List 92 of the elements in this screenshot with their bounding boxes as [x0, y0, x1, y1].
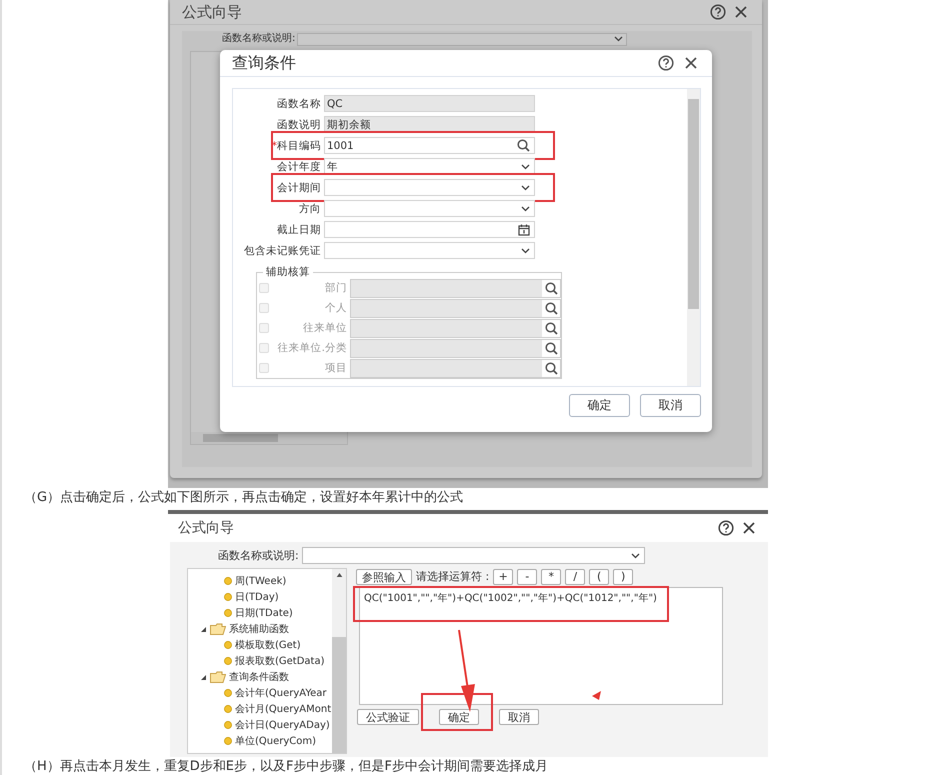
tree-item[interactable]: 日(TDay) [235, 590, 279, 604]
field-label: 方向 [299, 202, 321, 214]
field-label: 函数名称或说明: [222, 33, 296, 45]
tree-item[interactable]: 会计日(QueryADay) [235, 718, 330, 732]
lookup-field[interactable] [350, 278, 561, 298]
chevron-down-icon[interactable] [521, 164, 530, 170]
lookup-field[interactable] [350, 318, 561, 338]
step-caption: （G）点击确定后，公式如下图所示，再点击确定，设置好本年累计中的公式 [24, 490, 464, 505]
field-label: 项目 [324, 361, 347, 375]
select-field[interactable] [324, 200, 535, 217]
operator-button[interactable]: / [565, 568, 586, 584]
expand-toggle-icon[interactable] [200, 626, 207, 632]
select-field[interactable] [324, 179, 535, 196]
checkbox[interactable] [259, 343, 269, 353]
folder-icon [210, 671, 226, 683]
formula-text: QC("1001","","年")+QC("1002","","年")+QC("1012","","年") [364, 593, 657, 604]
scrollbar[interactable] [687, 89, 700, 386]
date-field[interactable] [324, 221, 535, 238]
field-label: 往来单位.分类 [276, 341, 347, 355]
expand-toggle-icon[interactable] [200, 674, 207, 680]
field-label: 部门 [324, 281, 347, 295]
chevron-down-icon[interactable] [630, 552, 640, 558]
operator-button[interactable]: ( [589, 568, 610, 584]
field-label: 会计年度 [277, 160, 321, 172]
dialog-button[interactable]: 取消 [640, 394, 701, 417]
tree-item[interactable]: 单位(QueryCom) [235, 734, 316, 748]
select-field[interactable] [302, 547, 645, 564]
dialog-title: 公式向导 [178, 519, 235, 537]
tree-item[interactable]: 周(TWeek) [235, 574, 286, 588]
field-label: 科目编码 [277, 140, 321, 152]
tree-item[interactable]: 会计年(QueryAYear [235, 686, 327, 700]
tree-item[interactable]: 会计月(QueryAMont [235, 702, 332, 716]
close-icon[interactable] [684, 56, 698, 70]
help-icon[interactable] [710, 4, 726, 20]
checkbox[interactable] [259, 363, 269, 373]
field-label: 函数说明 [277, 118, 321, 130]
dialog-button[interactable]: 确定 [439, 709, 479, 725]
field-label: 函数名称或说明: [218, 548, 299, 563]
dialog-button[interactable]: 取消 [499, 709, 539, 725]
operator-button[interactable]: * [541, 568, 562, 584]
chevron-down-icon[interactable] [521, 184, 530, 190]
dialog-title: 公式向导 [182, 2, 243, 22]
operator-button[interactable]: - [517, 568, 538, 584]
dialog-button[interactable]: 确定 [569, 394, 630, 417]
tree-item[interactable]: 模板取数(Get) [235, 638, 301, 652]
select-field[interactable] [324, 242, 535, 259]
calendar-icon[interactable] [518, 224, 530, 236]
operator-button[interactable]: + [493, 568, 514, 584]
search-icon[interactable] [517, 139, 530, 152]
dialog-button[interactable]: 公式验证 [357, 709, 419, 725]
lookup-field[interactable]: 1001 [324, 137, 535, 154]
tree-item[interactable]: 日期(TDate) [235, 606, 293, 620]
chevron-down-icon[interactable] [614, 36, 624, 42]
scroll-up-icon[interactable] [336, 573, 342, 578]
close-icon[interactable] [742, 521, 756, 535]
search-icon[interactable] [544, 342, 558, 354]
scrollbar[interactable] [332, 569, 346, 753]
checkbox[interactable] [259, 303, 269, 313]
lookup-field[interactable] [350, 358, 561, 378]
step-caption: （H）再点击本月发生，重复D步和E步，以及F步中步骤，但是F步中会计期间需要选择成月 [24, 759, 548, 774]
search-icon[interactable] [544, 282, 558, 294]
folder-icon [210, 623, 226, 635]
checkbox[interactable] [259, 323, 269, 333]
help-icon[interactable] [718, 520, 734, 536]
tree-item[interactable]: 查询条件函数 [229, 670, 289, 684]
pointer-icon [592, 691, 601, 700]
scrollbar[interactable] [191, 432, 347, 444]
help-icon[interactable] [658, 55, 674, 71]
search-icon[interactable] [544, 362, 558, 374]
lookup-field[interactable] [350, 338, 561, 358]
tree-item[interactable]: 系统辅助函数 [229, 622, 289, 636]
close-icon[interactable] [734, 5, 748, 19]
field-label: 往来单位 [302, 321, 347, 335]
chevron-down-icon[interactable] [521, 248, 530, 254]
field-label: 截止日期 [277, 224, 321, 236]
field-label: 函数名称 [277, 98, 321, 110]
group-title: 辅助核算 [265, 266, 311, 278]
field-label: 个人 [324, 301, 347, 315]
operator-label: 请选择运算符 : [416, 569, 490, 584]
field-label: 包含未记账凭证 [244, 244, 321, 256]
lookup-field[interactable] [350, 298, 561, 318]
operator-button[interactable]: ) [613, 568, 634, 584]
reference-input-button[interactable]: 参照输入 [356, 568, 412, 584]
search-icon[interactable] [544, 322, 558, 334]
select-field[interactable] [297, 32, 628, 46]
readonly-field: QC [324, 95, 535, 112]
field-label: 会计期间 [277, 182, 321, 194]
search-icon[interactable] [544, 302, 558, 314]
checkbox[interactable] [259, 283, 269, 293]
tree-item[interactable]: 报表取数(GetData) [235, 654, 325, 668]
dialog-title: 查询条件 [232, 52, 297, 74]
chevron-down-icon[interactable] [521, 206, 530, 212]
